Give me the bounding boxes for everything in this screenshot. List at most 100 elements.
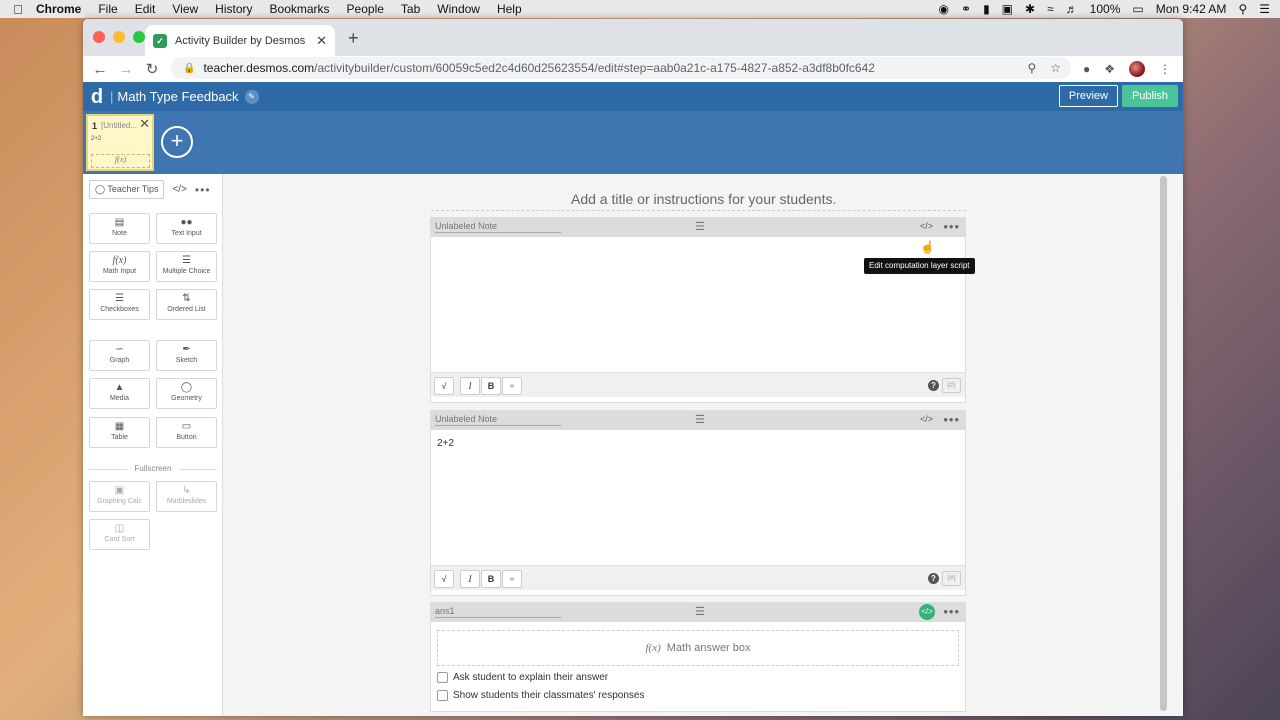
wifi-icon[interactable]: ≈ [1047, 2, 1054, 16]
menu-edit[interactable]: Edit [135, 2, 156, 16]
menu-history[interactable]: History [215, 2, 252, 16]
variable-brace-icon[interactable]: {#} [942, 378, 961, 393]
explain-answer-checkbox[interactable] [437, 672, 448, 683]
screen-thumbnail[interactable]: 1 [Untitled... ✕ 2+2 f(x) [86, 114, 154, 171]
component-name-field[interactable]: ans1 [435, 606, 561, 618]
menu-people[interactable]: People [347, 2, 384, 16]
battery-icon[interactable]: ▭ [1132, 2, 1143, 16]
record-icon[interactable]: ◉ [939, 2, 949, 16]
more-options-icon[interactable]: ••• [943, 604, 960, 619]
math-insert-icon[interactable]: √ [434, 570, 454, 588]
component-geometry[interactable]: ◯ Geometry [156, 378, 217, 409]
help-icon[interactable]: ? [928, 573, 939, 584]
help-icon[interactable]: ? [928, 380, 939, 391]
bold-icon[interactable]: B [481, 570, 501, 588]
profile-avatar[interactable] [1129, 61, 1145, 77]
menu-bookmarks[interactable]: Bookmarks [270, 2, 330, 16]
component-name-field[interactable]: Unlabeled Note [435, 221, 561, 233]
bold-icon[interactable]: B [481, 377, 501, 395]
bluetooth-icon[interactable]: ✱ [1025, 2, 1035, 16]
preview-button[interactable]: Preview [1058, 85, 1118, 107]
apple-icon[interactable]:  [0, 2, 36, 17]
math-answer-box[interactable]: f(x) Math answer box [437, 630, 959, 666]
component-name-field[interactable]: Unlabeled Note [435, 414, 561, 426]
chrome-menu-icon[interactable]: ⋮ [1159, 62, 1171, 76]
battery-percent[interactable]: 100% [1090, 2, 1121, 16]
link-icon[interactable]: ⚭ [502, 570, 522, 588]
variable-brace-icon[interactable]: {#} [942, 571, 961, 586]
code-icon[interactable]: </> [920, 414, 933, 424]
close-tab-icon[interactable]: ✕ [316, 33, 327, 49]
more-options-icon[interactable]: ••• [943, 412, 960, 427]
component-multiple-choice[interactable]: ☰ Multiple Choice [156, 251, 217, 282]
menu-view[interactable]: View [172, 2, 198, 16]
component-table[interactable]: ▦ Table [89, 417, 150, 448]
folder-icon[interactable]: ▮ [983, 2, 990, 16]
drag-handle-icon[interactable]: ☰ [695, 605, 705, 618]
more-options-icon[interactable]: ••• [943, 219, 960, 234]
note-content-editor[interactable]: 2+2 [431, 430, 965, 565]
drag-handle-icon[interactable]: ☰ [695, 413, 705, 426]
component-checkboxes[interactable]: ☰ Checkboxes [89, 289, 150, 320]
zoom-window-button[interactable] [133, 31, 145, 43]
search-icon[interactable]: ⚲ [1027, 61, 1036, 75]
more-options-icon[interactable]: ••• [195, 183, 211, 197]
add-screen-button[interactable]: + [161, 126, 193, 158]
address-bar[interactable]: 🔒 teacher.desmos.com/activitybuilder/cus… [171, 57, 1071, 79]
menu-help[interactable]: Help [497, 2, 522, 16]
vertical-scrollbar[interactable] [1160, 176, 1167, 711]
component-button[interactable]: ▭ Button [156, 417, 217, 448]
extension-circle-icon[interactable]: ● [1083, 62, 1090, 76]
menu-tab[interactable]: Tab [401, 2, 420, 16]
italic-icon[interactable]: I [460, 377, 480, 395]
component-ordered-list[interactable]: ⇅ Ordered List [156, 289, 217, 320]
screen-icon[interactable]: ▣ [1002, 2, 1013, 16]
math-insert-icon[interactable]: √ [434, 377, 454, 395]
component-text-input[interactable]: ●● Text Input [156, 213, 217, 244]
code-active-icon[interactable]: </> [919, 604, 935, 620]
reload-icon[interactable]: ↻ [139, 60, 165, 78]
menu-file[interactable]: File [98, 2, 117, 16]
clock[interactable]: Mon 9:42 AM [1156, 2, 1227, 16]
menu-chrome[interactable]: Chrome [36, 2, 81, 16]
component-media[interactable]: ▲ Media [89, 378, 150, 409]
link-icon[interactable]: ⚭ [502, 377, 522, 395]
edit-title-icon[interactable]: ✎ [244, 89, 259, 104]
screen-instructions-input[interactable]: Add a title or instructions for your stu… [571, 191, 836, 207]
code-icon[interactable]: </> [172, 184, 186, 195]
italic-icon[interactable]: I [460, 570, 480, 588]
delete-screen-icon[interactable]: ✕ [139, 116, 150, 132]
publish-button[interactable]: Publish [1122, 85, 1178, 107]
browser-window: ✓ Activity Builder by Desmos ✕ + ← → ↻ 🔒… [83, 19, 1183, 716]
component-math-input[interactable]: f(x) Math Input [89, 251, 150, 282]
volume-icon[interactable]: ♬ [1066, 2, 1078, 16]
component-card-sort[interactable]: ◫ Card Sort [89, 519, 150, 550]
browser-toolbar: ← → ↻ 🔒 teacher.desmos.com/activitybuild… [83, 56, 1183, 82]
close-window-button[interactable] [93, 31, 105, 43]
show-responses-checkbox[interactable] [437, 690, 448, 701]
activity-title[interactable]: Math Type Feedback [117, 89, 238, 104]
browser-tab[interactable]: ✓ Activity Builder by Desmos ✕ [145, 25, 335, 56]
menu-window[interactable]: Window [437, 2, 480, 16]
drag-handle-icon[interactable]: ☰ [695, 220, 705, 233]
tab-title: Activity Builder by Desmos [175, 34, 306, 47]
component-marbleslides[interactable]: ↳ Marbleslides [156, 481, 217, 512]
teacher-tips-button[interactable]: ◯ Teacher Tips [89, 180, 165, 199]
creative-cloud-icon[interactable]: ⚭ [961, 2, 971, 16]
media-icon: ▲ [114, 382, 125, 393]
extensions-puzzle-icon[interactable]: ❖ [1104, 62, 1115, 76]
desmos-logo[interactable]: d [86, 87, 108, 107]
component-sketch[interactable]: ✒ Sketch [156, 340, 217, 371]
component-graphing-calc[interactable]: ▣ Graphing Calc [89, 481, 150, 512]
lock-icon[interactable]: 🔒 [183, 63, 195, 74]
spotlight-icon[interactable]: ⚲ [1238, 2, 1247, 16]
component-graph[interactable]: ∽ Graph [89, 340, 150, 371]
minimize-window-button[interactable] [113, 31, 125, 43]
component-note[interactable]: ▤ Note [89, 213, 150, 244]
new-tab-icon[interactable]: + [348, 28, 359, 49]
bookmark-star-icon[interactable]: ☆ [1050, 61, 1061, 75]
code-icon[interactable]: </> [920, 221, 933, 231]
forward-icon[interactable]: → [113, 61, 139, 78]
back-icon[interactable]: ← [87, 61, 113, 78]
notification-center-icon[interactable]: ☰ [1259, 2, 1270, 16]
